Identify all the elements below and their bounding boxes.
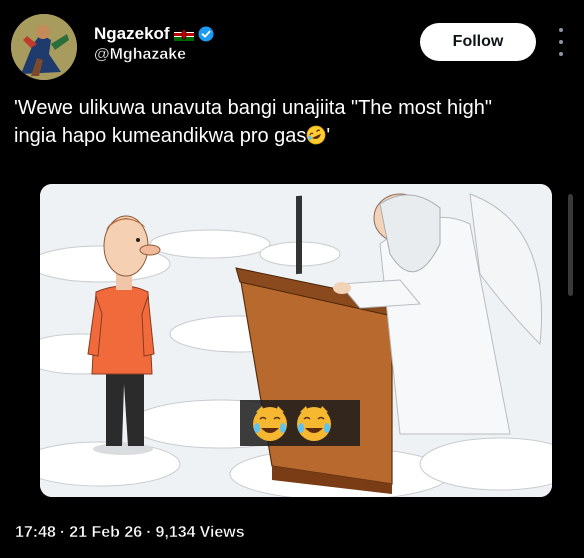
cartoon-illustration <box>40 184 552 497</box>
kenya-flag-icon <box>173 27 194 41</box>
tweet-time[interactable]: 17:48 <box>15 524 56 542</box>
avatar[interactable] <box>11 14 77 80</box>
tweet-views-label: Views <box>199 524 245 541</box>
user-name-row: Ngazekof <box>94 24 214 44</box>
avatar-image <box>11 14 77 80</box>
meta-separator: · <box>146 524 152 541</box>
crying-laughing-cat-icon <box>297 406 331 441</box>
tweet-text-end: ' <box>326 125 331 147</box>
verified-badge-icon <box>198 26 214 42</box>
tweet-date[interactable]: 21 Feb 26 <box>69 524 142 542</box>
tweet-meta: 17:48 · 21 Feb 26 · 9,134 Views <box>15 524 245 542</box>
display-name[interactable]: Ngazekof <box>94 24 170 44</box>
crying-laughing-cat-icon <box>253 406 287 441</box>
tweet-text: 'Wewe ulikuwa unavuta bangi unajiita "Th… <box>14 94 574 150</box>
tweet-text-line2: ingia hapo kumeandikwa pro gas <box>14 125 307 147</box>
meta-separator: · <box>59 524 66 541</box>
scrollbar[interactable] <box>568 194 573 296</box>
more-options-icon[interactable] <box>556 28 566 56</box>
rolling-on-floor-laughing-icon <box>306 125 326 145</box>
tweet-text-line1: 'Wewe ulikuwa unavuta bangi unajiita "Th… <box>14 97 492 119</box>
follow-button[interactable]: Follow <box>420 23 536 61</box>
tweet-views-count: 9,134 <box>155 524 196 541</box>
tweet-media-image[interactable] <box>40 184 552 497</box>
user-handle[interactable]: @Mghazake <box>94 46 186 64</box>
